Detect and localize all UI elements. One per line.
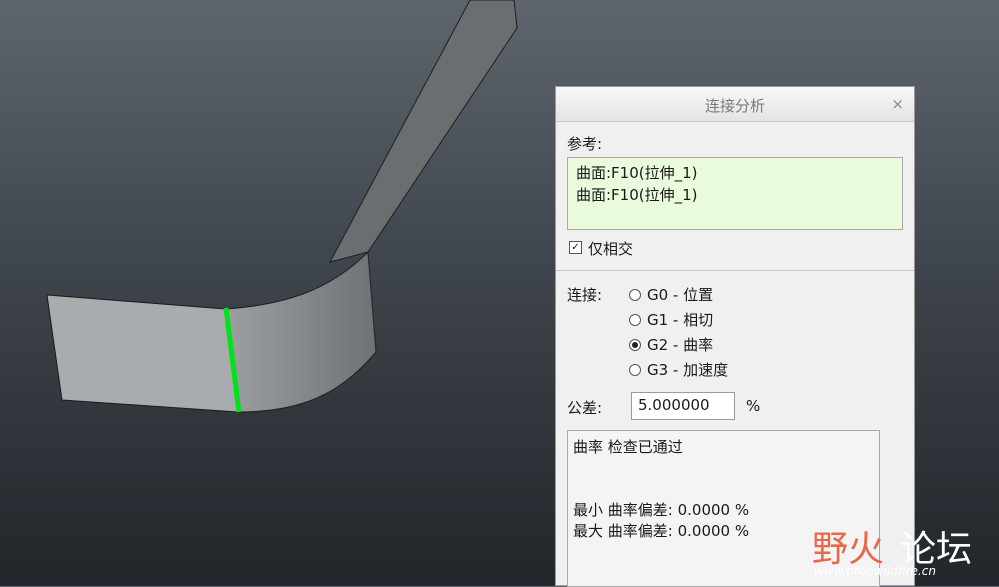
connection-label: 连接: bbox=[567, 286, 603, 304]
intersect-only-label: 仅相交 bbox=[588, 240, 634, 258]
option-g3-label[interactable]: G3 - 加速度 bbox=[647, 359, 728, 380]
divider bbox=[556, 270, 914, 271]
radio-g2[interactable] bbox=[629, 339, 641, 351]
radio-g0[interactable] bbox=[629, 289, 641, 301]
dialog-title: 连接分析 bbox=[704, 97, 765, 115]
option-g1-label[interactable]: G1 - 相切 bbox=[647, 309, 713, 330]
option-g2-label[interactable]: G2 - 曲率 bbox=[647, 334, 713, 355]
option-g0-label[interactable]: G0 - 位置 bbox=[647, 284, 713, 305]
upper-surface-face bbox=[329, 0, 518, 263]
radio-g1[interactable] bbox=[629, 314, 641, 326]
tolerance-input[interactable]: 5.000000 bbox=[631, 392, 735, 420]
reference-item[interactable]: 曲面:F10(拉伸_1) bbox=[576, 162, 894, 184]
tolerance-label: 公差: bbox=[567, 399, 603, 417]
reference-label: 参考: bbox=[567, 135, 603, 153]
result-status: 曲率 检查已通过 bbox=[573, 438, 683, 456]
intersect-only-checkbox[interactable]: ✓ bbox=[569, 241, 582, 254]
flat-surface-face bbox=[46, 294, 239, 413]
reference-item[interactable]: 曲面:F10(拉伸_1) bbox=[576, 184, 894, 206]
watermark-logo: 野火 论坛 www.proewildfire.cn bbox=[812, 520, 982, 582]
result-min-deviation: 最小 曲率偏差: 0.0000 % bbox=[573, 501, 750, 519]
radio-g3[interactable] bbox=[629, 364, 641, 376]
result-max-deviation: 最大 曲率偏差: 0.0000 % bbox=[573, 522, 750, 540]
reference-list[interactable]: 曲面:F10(拉伸_1) 曲面:F10(拉伸_1) bbox=[567, 157, 903, 230]
watermark-url: www.proewildfire.cn bbox=[814, 564, 936, 578]
connection-analysis-dialog: 连接分析 × 参考: 曲面:F10(拉伸_1) 曲面:F10(拉伸_1) ✓ 仅… bbox=[555, 86, 915, 587]
tolerance-unit: % bbox=[746, 397, 761, 415]
dialog-titlebar[interactable]: 连接分析 × bbox=[556, 87, 914, 122]
close-icon[interactable]: × bbox=[891, 95, 904, 113]
